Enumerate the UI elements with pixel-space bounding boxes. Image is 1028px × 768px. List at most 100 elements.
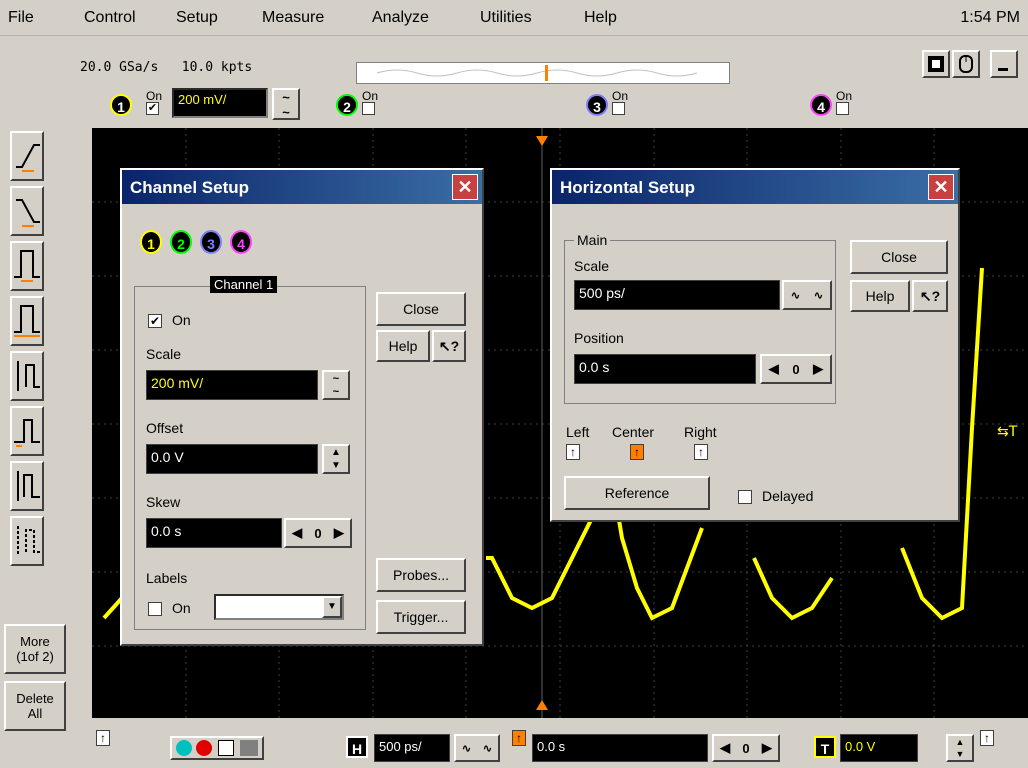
probes-button[interactable]: Probes... (376, 558, 466, 592)
bottom-scale-stepper[interactable]: ∿ ∿ (454, 734, 500, 762)
trigger-reference-icon[interactable]: ↑ (512, 730, 526, 746)
close-button[interactable]: Close (376, 292, 466, 326)
run-control-group (170, 736, 264, 760)
menu-control[interactable]: Control (84, 9, 136, 27)
reference-button[interactable]: Reference (564, 476, 710, 510)
channel-4-checkbox[interactable] (836, 102, 849, 115)
channel-1-scale-display[interactable]: 200 mV/ (172, 88, 268, 118)
horizontal-setup-dialog: Horizontal Setup ✕ Main Scale 500 ps/ ∿ ∿ … (550, 168, 960, 522)
arrow-left-icon: ◀ (292, 525, 303, 540)
run-icon[interactable] (176, 740, 192, 756)
waveform-overview-icon (376, 65, 698, 81)
mouse-mode-button[interactable] (952, 50, 980, 78)
ref-left-marker-icon[interactable]: ↑ (566, 444, 580, 460)
bottom-position-stepper[interactable]: ◀ 0 ▶ (712, 734, 780, 762)
channel-on-checkbox[interactable]: ✔ (148, 314, 162, 328)
svg-text:⇆T: ⇆T (997, 424, 1018, 440)
close-icon[interactable]: ✕ (452, 174, 478, 200)
channel-bar: 1 On ✔ 200 mV/ ~ ~ 2 On 3 On 4 On (80, 86, 1028, 126)
menu-utilities[interactable]: Utilities (480, 9, 532, 27)
channel-1-scale-stepper[interactable]: ~ ~ (272, 88, 300, 120)
pattern-trigger-button[interactable] (10, 516, 44, 566)
trigger-position-bar[interactable] (356, 62, 730, 84)
bottom-position[interactable]: 0.0 s (532, 734, 708, 762)
channel-4-select[interactable]: 4 (230, 230, 252, 254)
trigger-level[interactable]: 0.0 V (840, 734, 918, 762)
skew-stepper[interactable]: ◀ 0 ▶ (284, 518, 352, 548)
channel-4-toggle[interactable]: On (836, 90, 852, 115)
save-icon[interactable] (218, 740, 234, 756)
skew-label: Skew (146, 494, 181, 510)
print-icon[interactable] (240, 740, 258, 756)
arrow-right-icon: ▶ (761, 740, 772, 755)
horizontal-setup-title-bar[interactable]: Horizontal Setup ✕ (552, 170, 958, 204)
channel-on-label: On (172, 312, 191, 328)
runt-trigger-button[interactable] (10, 406, 44, 456)
channel-1-select[interactable]: 1 (140, 230, 162, 254)
delete-all-button[interactable]: Delete All (4, 681, 66, 731)
menu-file[interactable]: File (8, 9, 34, 27)
position-input[interactable]: 0.0 s (574, 354, 756, 384)
setup-hold-trigger-button[interactable] (10, 351, 44, 401)
ref-right-marker-icon[interactable]: ↑ (694, 444, 708, 460)
whats-this-icon[interactable]: ↖? (432, 330, 466, 362)
delayed-checkbox[interactable] (738, 490, 752, 504)
channel-3-toggle[interactable]: On (612, 90, 628, 115)
menu-analyze[interactable]: Analyze (372, 9, 429, 27)
falling-edge-trigger-button[interactable] (10, 186, 44, 236)
position-stepper[interactable]: ◀ 0 ▶ (760, 354, 832, 384)
horizontal-scale-input[interactable]: 500 ps/ (574, 280, 780, 310)
minimize-button[interactable] (990, 50, 1018, 78)
labels-dropdown[interactable]: ▼ (214, 594, 344, 620)
help-button[interactable]: Help (376, 330, 430, 362)
ref-center-marker-icon[interactable]: ↑ (630, 444, 644, 460)
whats-this-icon[interactable]: ↖? (912, 280, 948, 312)
bottom-horizontal-scale[interactable]: 500 ps/ (374, 734, 450, 762)
channel-2-on-label: On (362, 89, 379, 103)
menu-measure[interactable]: Measure (262, 9, 324, 27)
channel-1-toggle[interactable]: On ✔ (146, 90, 162, 115)
rising-edge-trigger-button[interactable] (10, 131, 44, 181)
menu-setup[interactable]: Setup (176, 9, 218, 27)
help-button[interactable]: Help (850, 280, 910, 312)
trigger-button[interactable]: Trigger... (376, 600, 466, 634)
channel-2-icon[interactable]: 2 (336, 94, 358, 116)
channel-setup-title-bar[interactable]: Channel Setup ✕ (122, 170, 482, 204)
channel-1-icon[interactable]: 1 (110, 94, 132, 116)
channel-1-checkbox[interactable]: ✔ (146, 102, 159, 115)
ref-left-label: Left (566, 424, 590, 440)
zero-icon: 0 (792, 361, 800, 377)
channel-2-select[interactable]: 2 (170, 230, 192, 254)
minimize-icon (998, 68, 1008, 71)
stop-icon[interactable] (196, 740, 212, 756)
close-icon[interactable]: ✕ (928, 174, 954, 200)
skew-input[interactable]: 0.0 s (146, 518, 282, 548)
glitch-trigger-button[interactable] (10, 296, 44, 346)
horizontal-scale-stepper[interactable]: ∿ ∿ (782, 280, 832, 310)
time-reference-marker-icon[interactable]: ↑ (96, 730, 110, 746)
channel-4-icon[interactable]: 4 (810, 94, 832, 116)
close-button[interactable]: Close (850, 240, 948, 274)
channel-3-select[interactable]: 3 (200, 230, 222, 254)
arrow-down-icon: ▼ (955, 749, 965, 759)
labels-on-checkbox[interactable] (148, 602, 162, 616)
scale-input[interactable]: 200 mV/ (146, 370, 318, 400)
scale-stepper[interactable]: ~ ~ (322, 370, 350, 400)
position-label: Position (574, 330, 624, 346)
pulse-width-trigger-button[interactable] (10, 241, 44, 291)
channel-3-icon[interactable]: 3 (586, 94, 608, 116)
timeout-trigger-button[interactable] (10, 461, 44, 511)
dialog-title: Channel Setup (130, 178, 250, 197)
channel-3-checkbox[interactable] (612, 102, 625, 115)
channel-2-toggle[interactable]: On (362, 90, 378, 115)
menu-help[interactable]: Help (584, 9, 617, 27)
trigger-level-stepper[interactable]: ▲ ▼ (946, 734, 974, 762)
more-button[interactable]: More (1of 2) (4, 624, 66, 674)
arrow-left-icon: ◀ (720, 740, 731, 755)
offset-stepper[interactable]: ▲ ▼ (322, 444, 350, 474)
channel-2-checkbox[interactable] (362, 102, 375, 115)
trigger-level-marker-icon[interactable]: ↑ (980, 730, 994, 746)
display-mode-button[interactable] (922, 50, 950, 78)
delayed-label: Delayed (762, 488, 814, 504)
offset-input[interactable]: 0.0 V (146, 444, 318, 474)
